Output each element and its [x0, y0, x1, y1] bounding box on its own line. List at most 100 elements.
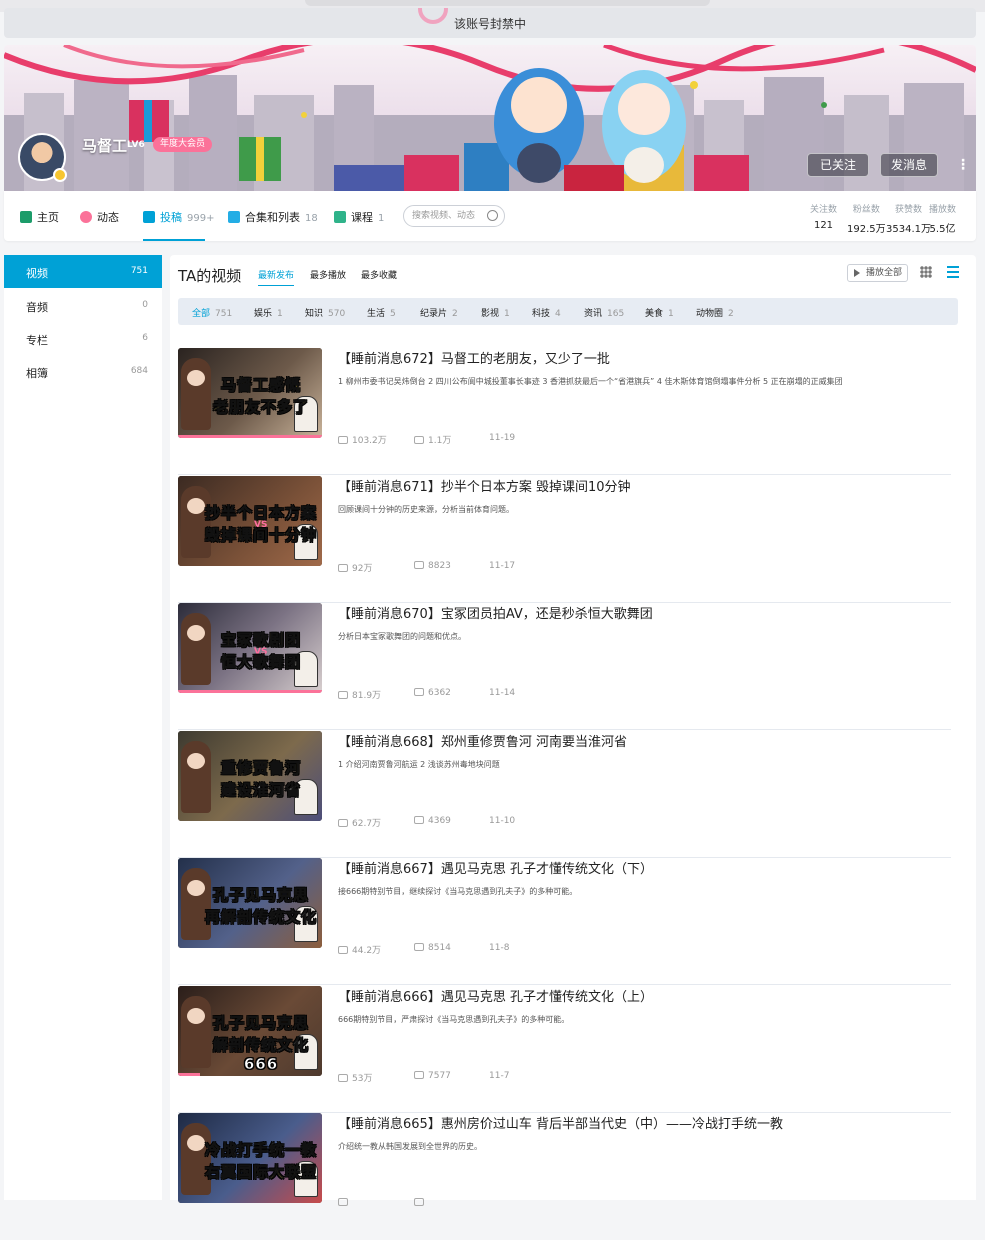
sidebar-item-video[interactable]: 视频 751 — [4, 255, 162, 288]
upload-date: 11-17 — [489, 560, 516, 571]
search-icon[interactable] — [487, 210, 498, 221]
video-title[interactable]: 【睡前消息666】遇见马克思 孔子才懂传统文化（上） — [338, 986, 653, 1005]
filter-animals[interactable]: 动物圈 2 — [696, 306, 734, 319]
video-item[interactable]: 抄半个日本方案 VS 毁掉课间十分钟 【睡前消息671】抄半个日本方案 毁掉课间… — [178, 475, 951, 603]
tab-collections[interactable]: 合集和列表 18 — [228, 209, 318, 225]
view-count-text: 81.9万 — [352, 691, 382, 701]
filter-news[interactable]: 资讯 165 — [584, 306, 624, 319]
filter-entertainment[interactable]: 娱乐 1 — [254, 306, 283, 319]
banned-notice: 该账号封禁中 — [4, 8, 976, 38]
thumbnail-caption-line2: 解剖传统文化666 — [212, 1035, 309, 1073]
play-all-button[interactable]: 播放全部 — [847, 264, 908, 282]
stat-label: 粉丝数 — [852, 205, 880, 215]
stat-following[interactable]: 关注数 121 — [810, 202, 837, 231]
video-title[interactable]: 【睡前消息668】郑州重修贾鲁河 河南要当淮河省 — [338, 731, 627, 750]
filter-life[interactable]: 生活 5 — [367, 306, 396, 319]
stat-followers[interactable]: 粉丝数 192.5万 — [847, 202, 886, 235]
play-count-icon — [338, 946, 348, 954]
video-description: 接666期特别节目，继续探讨《当马克思遇到孔夫子》的多种可能。 — [338, 887, 578, 896]
tab-label: 课程 — [351, 211, 373, 224]
thumbnail-caption-line1: 冷战打手统一教 — [204, 1141, 317, 1160]
view-count: 62.7万 — [338, 816, 381, 829]
follow-button[interactable]: 已关注 — [807, 153, 869, 177]
video-item[interactable]: 孔子见马克思 再解剖传统文化 【睡前消息667】遇见马克思 孔子才懂传统文化（下… — [178, 858, 951, 985]
sidebar-item-count: 684 — [130, 366, 148, 376]
tab-dynamic[interactable]: 动态 — [80, 209, 119, 225]
filter-count: 751 — [215, 309, 233, 319]
collection-icon — [228, 211, 240, 223]
view-count-text: 92万 — [352, 563, 373, 574]
filter-label: 科技 — [532, 309, 551, 319]
list-view-icon[interactable] — [947, 266, 959, 278]
filter-label: 纪录片 — [420, 309, 448, 319]
dynamic-icon — [80, 211, 92, 223]
sidebar-item-audio[interactable]: 音频 0 — [4, 289, 162, 322]
filter-knowledge[interactable]: 知识 570 — [305, 306, 345, 319]
tab-uploads[interactable]: 投稿 999+ — [143, 209, 214, 225]
sidebar-item-articles[interactable]: 专栏 6 — [4, 322, 162, 355]
sidebar-item-label: 音频 — [26, 301, 48, 314]
course-icon — [334, 211, 346, 223]
sidebar-item-albums[interactable]: 相簿 684 — [4, 355, 162, 388]
video-description: 1 介绍河南贾鲁河航运 2 浅谈苏州毒地块问题 — [338, 759, 500, 769]
danmaku-icon — [414, 815, 424, 824]
video-thumbnail[interactable]: 冷战打手统一教 右翼国际大联盟 — [178, 1113, 322, 1203]
filter-food[interactable]: 美食 1 — [645, 306, 674, 319]
play-count-icon — [338, 691, 348, 699]
more-options-icon[interactable]: ⋮ — [956, 155, 970, 175]
video-thumbnail[interactable]: 宝冢歌剧团 VS 恒大歌舞团 — [178, 603, 322, 693]
video-thumbnail[interactable]: 马督工感慨 老朋友不多了 — [178, 348, 322, 438]
video-title[interactable]: 【睡前消息667】遇见马克思 孔子才懂传统文化（下） — [338, 858, 653, 877]
video-item[interactable]: 宝冢歌剧团 VS 恒大歌舞团 【睡前消息670】宝冢团员拍AV，还是秒杀恒大歌舞… — [178, 603, 951, 730]
message-button[interactable]: 发消息 — [880, 153, 938, 177]
tab-home[interactable]: 主页 — [20, 209, 59, 225]
tab-count: 18 — [305, 213, 318, 224]
tab-count: 1 — [378, 213, 385, 224]
video-icon — [143, 211, 155, 223]
avatar[interactable] — [18, 133, 67, 182]
filter-tech[interactable]: 科技 4 — [532, 306, 561, 319]
thumbnail-caption-line2: 老朋友不多了 — [212, 398, 309, 417]
username: 马督工 — [82, 137, 128, 155]
video-title[interactable]: 【睡前消息665】惠州房价过山车 背后半部当代史（中）——冷战打手统一教 — [338, 1113, 783, 1132]
video-description: 分析日本宝冢歌舞团的问题和优点。 — [338, 632, 466, 641]
tab-label: 动态 — [97, 211, 119, 224]
filter-documentary[interactable]: 纪录片 2 — [420, 306, 458, 319]
video-title[interactable]: 【睡前消息672】马督工的老朋友，又少了一批 — [338, 348, 610, 367]
view-count: 44.2万 — [338, 943, 381, 956]
home-icon — [20, 211, 32, 223]
video-item[interactable]: 马督工感慨 老朋友不多了 【睡前消息672】马督工的老朋友，又少了一批 1 柳州… — [178, 348, 951, 475]
watch-progress-bar — [178, 435, 322, 438]
grid-view-icon[interactable] — [920, 266, 932, 278]
video-title[interactable]: 【睡前消息670】宝冢团员拍AV，还是秒杀恒大歌舞团 — [338, 603, 653, 622]
video-thumbnail[interactable]: 重修贾鲁河 建设淮河省 — [178, 730, 322, 821]
sort-most-favorited[interactable]: 最多收藏 — [361, 268, 397, 281]
danmaku-icon — [414, 943, 424, 951]
video-thumbnail[interactable]: 孔子见马克思 解剖传统文化666 — [178, 985, 322, 1076]
video-thumbnail[interactable]: 抄半个日本方案 VS 毁掉课间十分钟 — [178, 475, 322, 566]
video-item[interactable]: 冷战打手统一教 右翼国际大联盟 【睡前消息665】惠州房价过山车 背后半部当代史… — [178, 1113, 951, 1240]
verified-badge-icon — [53, 168, 67, 182]
video-item[interactable]: 重修贾鲁河 建设淮河省 【睡前消息668】郑州重修贾鲁河 河南要当淮河省 1 介… — [178, 730, 951, 858]
video-thumbnail[interactable]: 孔子见马克思 再解剖传统文化 — [178, 858, 322, 948]
filter-label: 全部 — [192, 309, 211, 319]
video-title[interactable]: 【睡前消息671】抄半个日本方案 毁掉课间10分钟 — [338, 476, 631, 495]
danmaku-icon — [414, 1070, 424, 1079]
vip-badge[interactable]: 年度大会员 — [153, 137, 213, 152]
filter-all[interactable]: 全部 751 — [192, 306, 232, 319]
filter-film[interactable]: 影视 1 — [481, 306, 510, 319]
play-count-icon — [338, 436, 348, 444]
video-item[interactable]: 孔子见马克思 解剖传统文化666 【睡前消息666】遇见马克思 孔子才懂传统文化… — [178, 985, 951, 1113]
tab-courses[interactable]: 课程 1 — [334, 209, 384, 225]
search-input[interactable]: 搜索视频、动态 — [403, 205, 505, 227]
filter-count: 570 — [328, 309, 346, 319]
address-bar[interactable] — [305, 0, 710, 6]
stat-label: 关注数 — [810, 205, 838, 215]
thumbnail-caption-line1: 重修贾鲁河 — [220, 758, 301, 777]
comment-count: 1.1万 — [414, 433, 451, 446]
play-count-icon — [338, 818, 348, 827]
filter-count: 5 — [390, 309, 396, 319]
sort-latest[interactable]: 最新发布 — [258, 268, 294, 281]
sort-most-played[interactable]: 最多播放 — [310, 268, 346, 281]
danmaku-icon — [414, 688, 424, 696]
